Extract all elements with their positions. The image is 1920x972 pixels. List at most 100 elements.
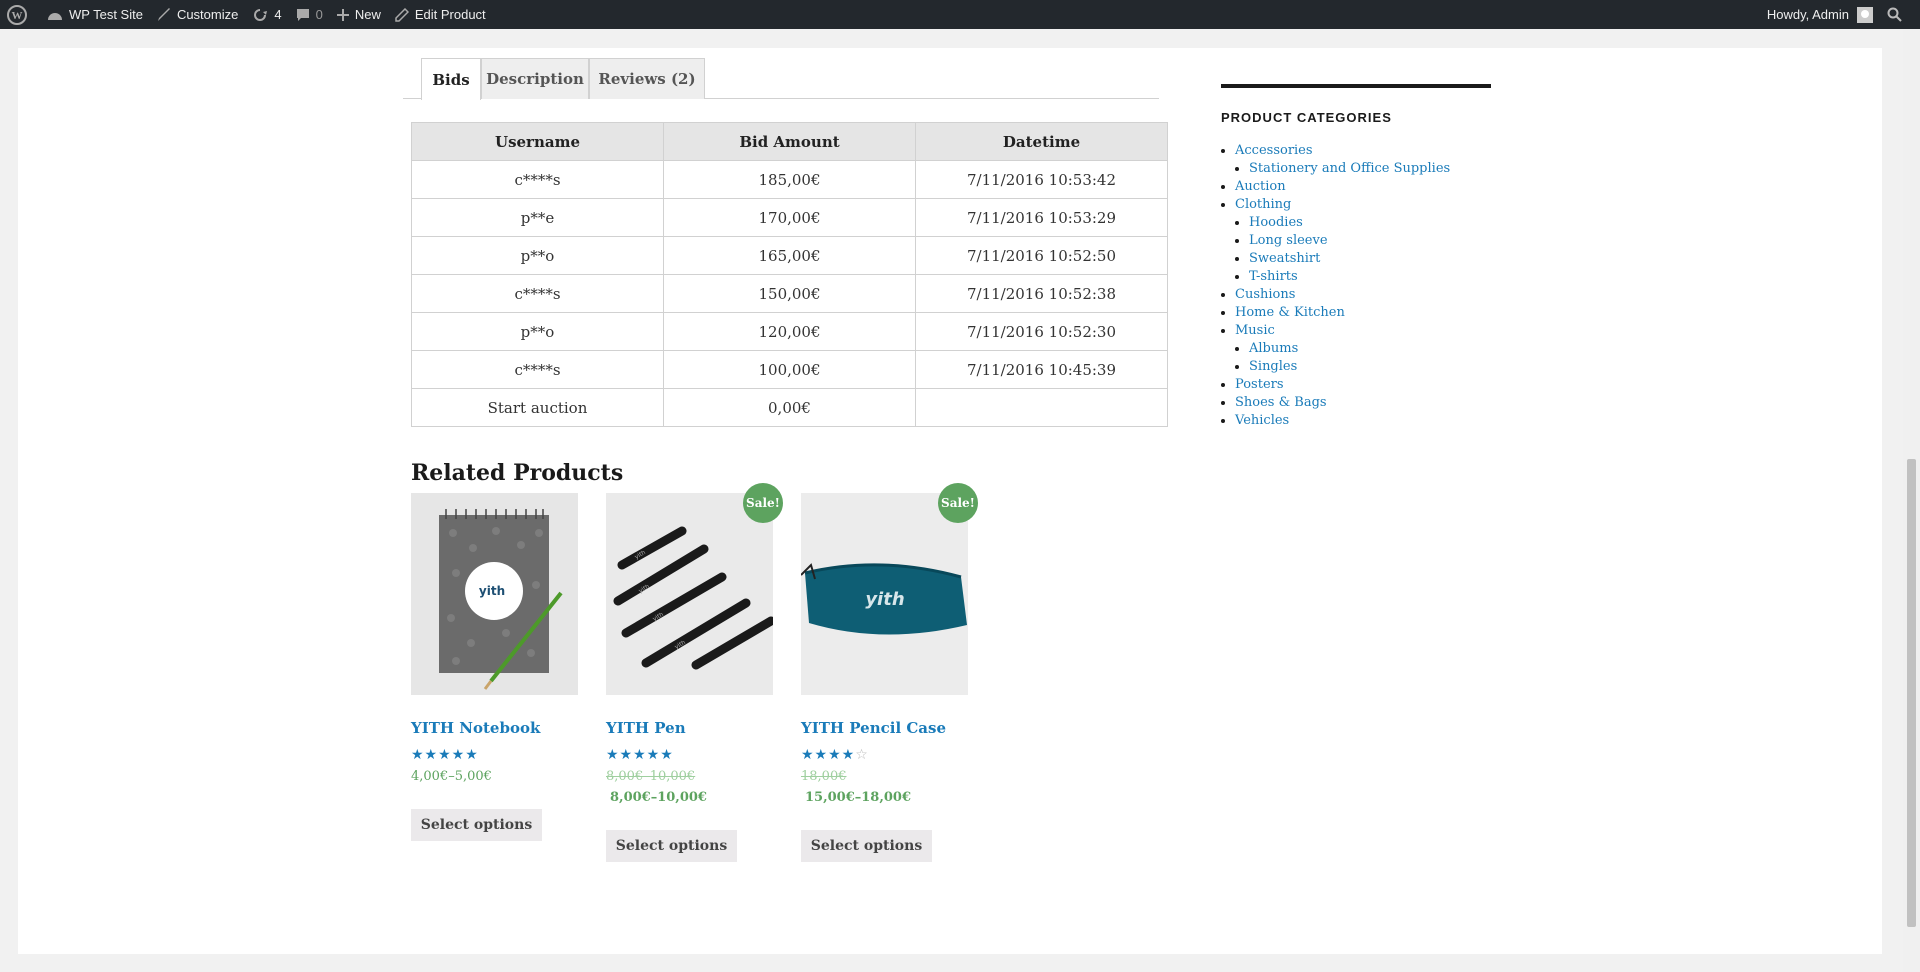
- category-link-accessories[interactable]: Accessories: [1235, 143, 1313, 158]
- product-card-pencil-case: Sale! yith YITH Pencil Case ★★★★☆ 18,00€…: [801, 483, 978, 862]
- category-link-auction[interactable]: Auction: [1235, 179, 1286, 194]
- wordpress-logo-icon[interactable]: W: [0, 0, 40, 29]
- table-row: c****s 150,00€ 7/11/2016 10:52:38: [411, 274, 1168, 313]
- new-label: New: [354, 7, 381, 22]
- product-image-notebook[interactable]: yith: [411, 493, 578, 695]
- tab-description[interactable]: Description: [481, 58, 589, 99]
- bid-datetime: 7/11/2016 10:52:50: [915, 236, 1168, 275]
- my-account-menu[interactable]: Howdy, Admin: [1760, 0, 1880, 29]
- category-item: Home & Kitchen: [1235, 304, 1491, 322]
- bid-amount: 120,00€: [663, 312, 916, 351]
- sale-badge: Sale!: [938, 483, 978, 523]
- category-link-music[interactable]: Music: [1235, 323, 1275, 338]
- category-link-posters[interactable]: Posters: [1235, 377, 1284, 392]
- category-item: Singles: [1249, 358, 1491, 376]
- tab-bids-label: Bids: [432, 70, 470, 89]
- category-link-home-kitchen[interactable]: Home & Kitchen: [1235, 305, 1345, 320]
- product-title-pencil-case[interactable]: YITH Pencil Case: [801, 719, 946, 737]
- category-item: Stationery and Office Supplies: [1249, 160, 1491, 178]
- product-image-pencil-case[interactable]: yith: [801, 493, 968, 695]
- product-old-price-pen: 8,00€–10,00€: [606, 769, 696, 784]
- svg-text:W: W: [12, 10, 23, 22]
- category-link-albums[interactable]: Albums: [1249, 341, 1298, 356]
- admin-bar: W WP Test Site Customize 4 0 New Edit Pr…: [0, 0, 1920, 29]
- scrollbar-thumb[interactable]: [1907, 459, 1916, 927]
- customize-link[interactable]: Customize: [150, 0, 245, 29]
- dashboard-icon: [48, 12, 62, 20]
- bids-table: Username Bid Amount Datetime c****s 185,…: [411, 122, 1168, 427]
- category-list: Accessories Stationery and Office Suppli…: [1221, 142, 1491, 430]
- category-item: Hoodies: [1249, 214, 1491, 232]
- bid-username: p**e: [411, 198, 664, 237]
- svg-text:yith: yith: [865, 589, 904, 610]
- search-toggle[interactable]: [1880, 0, 1920, 29]
- tab-description-label: Description: [486, 70, 584, 88]
- product-image-pen[interactable]: yith yith yith yith: [606, 493, 773, 695]
- notebook-image: yith: [439, 509, 563, 690]
- page-scrollbar[interactable]: [1903, 29, 1920, 972]
- rating-stars-notebook: ★★★★★: [411, 747, 479, 763]
- sidebar-widget: PRODUCT CATEGORIES Accessories Stationer…: [1221, 84, 1491, 430]
- category-link-shoes-bags[interactable]: Shoes & Bags: [1235, 395, 1327, 410]
- product-card-pen: Sale! yith yith yith yith YITH Pen ★★★★★…: [606, 483, 783, 862]
- product-card-notebook: yith YITH Notebook ★★★★★ 4,00€–5,00€ Sel…: [411, 493, 578, 841]
- category-item: Sweatshirt: [1249, 250, 1491, 268]
- bid-datetime: [915, 388, 1168, 427]
- bid-username: p**o: [411, 236, 664, 275]
- new-content-link[interactable]: New: [330, 0, 388, 29]
- column-header-username: Username: [411, 122, 664, 161]
- select-options-button-pencil-case[interactable]: Select options: [801, 830, 932, 862]
- column-header-bid-amount: Bid Amount: [663, 122, 916, 161]
- table-row: Start auction 0,00€: [411, 388, 1168, 427]
- category-link-stationery[interactable]: Stationery and Office Supplies: [1249, 161, 1450, 176]
- product-tabs: Bids Description Reviews (2): [403, 58, 1159, 100]
- related-products-heading: Related Products: [411, 460, 624, 486]
- widget-divider: [1221, 84, 1491, 88]
- tab-bids[interactable]: Bids: [421, 58, 481, 100]
- edit-product-link[interactable]: Edit Product: [388, 0, 493, 29]
- bid-datetime: 7/11/2016 10:52:38: [915, 274, 1168, 313]
- category-link-long-sleeve[interactable]: Long sleeve: [1249, 233, 1328, 248]
- rating-stars-pencil-case: ★★★★☆: [801, 747, 869, 763]
- pencil-case-image: yith: [801, 563, 967, 635]
- bid-username: Start auction: [411, 388, 664, 427]
- category-item: Cushions: [1235, 286, 1491, 304]
- category-link-vehicles[interactable]: Vehicles: [1235, 413, 1289, 428]
- updates-icon: [254, 8, 268, 21]
- table-row: c****s 185,00€ 7/11/2016 10:53:42: [411, 160, 1168, 199]
- bid-amount: 0,00€: [663, 388, 916, 427]
- updates-link[interactable]: 4: [245, 0, 288, 29]
- site-name-link[interactable]: WP Test Site: [40, 0, 150, 29]
- rating-stars-pen: ★★★★★: [606, 747, 674, 763]
- bid-username: c****s: [411, 274, 664, 313]
- product-price-pencil-case: 15,00€–18,00€: [805, 790, 912, 805]
- comments-link[interactable]: 0: [289, 0, 330, 29]
- bid-username: c****s: [411, 160, 664, 199]
- category-item: Long sleeve: [1249, 232, 1491, 250]
- updates-count: 4: [274, 7, 282, 22]
- select-options-button-pen[interactable]: Select options: [606, 830, 737, 862]
- pencil-icon: [395, 7, 409, 22]
- product-title-pen[interactable]: YITH Pen: [606, 719, 686, 737]
- category-link-clothing[interactable]: Clothing: [1235, 197, 1291, 212]
- category-link-sweatshirt[interactable]: Sweatshirt: [1249, 251, 1320, 266]
- bid-datetime: 7/11/2016 10:53:29: [915, 198, 1168, 237]
- tab-reviews[interactable]: Reviews (2): [589, 58, 705, 99]
- category-link-t-shirts[interactable]: T-shirts: [1249, 269, 1298, 284]
- category-item: Shoes & Bags: [1235, 394, 1491, 412]
- svg-text:yith: yith: [479, 584, 505, 598]
- product-title-notebook[interactable]: YITH Notebook: [411, 719, 540, 737]
- category-link-singles[interactable]: Singles: [1249, 359, 1297, 374]
- pen-image: yith yith yith yith: [613, 526, 773, 670]
- category-item: Albums: [1249, 340, 1491, 358]
- select-options-button-notebook[interactable]: Select options: [411, 809, 542, 841]
- bid-amount: 100,00€: [663, 350, 916, 389]
- bid-datetime: 7/11/2016 10:53:42: [915, 160, 1168, 199]
- widget-title: PRODUCT CATEGORIES: [1221, 110, 1392, 125]
- category-item: Accessories Stationery and Office Suppli…: [1235, 142, 1491, 178]
- category-item: T-shirts: [1249, 268, 1491, 286]
- category-link-hoodies[interactable]: Hoodies: [1249, 215, 1303, 230]
- edit-product-label: Edit Product: [414, 7, 486, 22]
- bid-amount: 165,00€: [663, 236, 916, 275]
- category-link-cushions[interactable]: Cushions: [1235, 287, 1295, 302]
